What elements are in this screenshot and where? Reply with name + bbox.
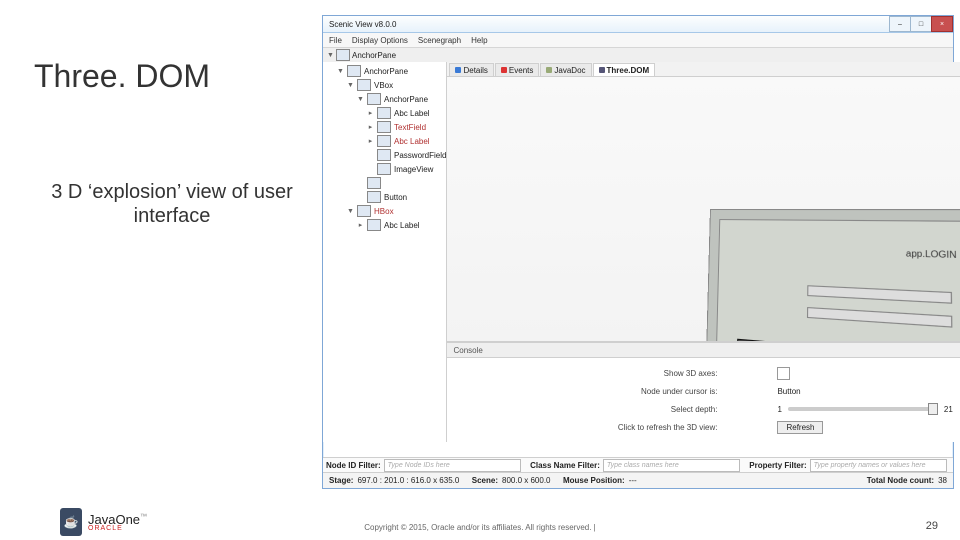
close-button[interactable]: × [931,16,953,32]
tree-node[interactable]: PasswordField [323,148,446,162]
console-header[interactable]: Console [447,342,960,358]
layer-pane: app.LOGIN [715,219,960,342]
tab-details[interactable]: Details [449,63,493,76]
tree-node[interactable]: ▸Abc Label [323,218,446,232]
show-axes-label: Show 3D axes: [467,369,777,378]
filter-bar: Node ID Filter: Type Node IDs here Class… [323,457,953,472]
tree-node[interactable]: ▼HBox [323,204,446,218]
tab-threedom[interactable]: Three.DOM [593,63,656,76]
minimize-button[interactable]: – [889,16,911,32]
tab-javadoc[interactable]: JavaDoc [540,63,591,76]
count-label: Total Node count: [867,476,934,485]
tree-node[interactable]: ImageView [323,162,446,176]
scenegraph-tree[interactable]: ▼AnchorPane▼VBox▼AnchorPane▸Abc Label▸Te… [323,62,447,442]
node-cursor-label: Node under cursor is: [467,387,777,396]
node-filter-label: Node ID Filter: [323,461,384,470]
tree-node[interactable]: Button [323,190,446,204]
page-number: 29 [926,520,938,532]
menu-display-options[interactable]: Display Options [352,36,408,45]
tree-node[interactable]: ▼AnchorPane [323,64,446,78]
mouse-value: --- [629,476,637,485]
scene-value: 800.0 x 600.0 [502,476,550,485]
node-cursor-value: Button [777,387,800,396]
depth-label: Select depth: [467,405,777,414]
tree-root-label: AnchorPane [352,51,396,60]
tree-node[interactable]: ▼AnchorPane [323,92,446,106]
mock-field-1 [807,285,952,304]
prop-filter-label: Property Filter: [746,461,809,470]
tab-events[interactable]: Events [495,63,539,76]
menu-help[interactable]: Help [471,36,487,45]
copyright: Copyright © 2015, Oracle and/or its affi… [0,523,960,532]
slide-title: Three. DOM [34,58,210,95]
window-title: Scenic View v8.0.0 [329,20,396,29]
mock-button-bar [737,339,960,342]
node-filter-input[interactable]: Type Node IDs here [384,459,521,472]
mock-field-2 [807,307,952,328]
menu-bar: File Display Options Scenegraph Help [323,33,953,48]
tree-node[interactable]: ▸TextField [323,120,446,134]
threedom-viewport[interactable]: app.LOGIN [447,77,960,342]
depth-max: 21 [944,405,953,414]
tree-header[interactable]: ▼ AnchorPane [323,48,953,63]
tab-bar: DetailsEventsJavaDocThree.DOM [447,62,960,77]
depth-slider[interactable] [788,407,938,411]
login-text: app.LOGIN [906,249,957,261]
tree-node[interactable]: ▸Abc Label [323,106,446,120]
menu-file[interactable]: File [329,36,342,45]
mouse-label: Mouse Position: [563,476,625,485]
class-filter-label: Class Name Filter: [527,461,603,470]
window-titlebar[interactable]: Scenic View v8.0.0 – □ × [323,16,953,33]
stage-label: Stage: [329,476,353,485]
depth-min: 1 [777,405,781,414]
class-filter-input[interactable]: Type class names here [603,459,740,472]
refresh-button[interactable]: Refresh [777,421,823,434]
scene-label: Scene: [472,476,498,485]
maximize-button[interactable]: □ [910,16,932,32]
scenic-view-window: Scenic View v8.0.0 – □ × File Display Op… [322,15,954,489]
tree-node[interactable]: ▼VBox [323,78,446,92]
tree-node[interactable]: ▸Abc Label [323,134,446,148]
prop-filter-input[interactable]: Type property names or values here [810,459,947,472]
refresh-label: Click to refresh the 3D view: [467,423,777,432]
show-axes-checkbox[interactable] [777,367,790,380]
tree-node[interactable] [323,176,446,190]
slide-subtitle: 3 D ‘explosion’ view of user interface [42,180,302,228]
menu-scenegraph[interactable]: Scenegraph [418,36,461,45]
stage-value: 697.0 : 201.0 : 616.0 x 635.0 [357,476,459,485]
controls-panel: Show 3D axes: Node under cursor is: Butt… [447,358,960,442]
count-value: 38 [938,476,947,485]
status-bar: Stage: 697.0 : 201.0 : 616.0 x 635.0 Sce… [323,472,953,488]
